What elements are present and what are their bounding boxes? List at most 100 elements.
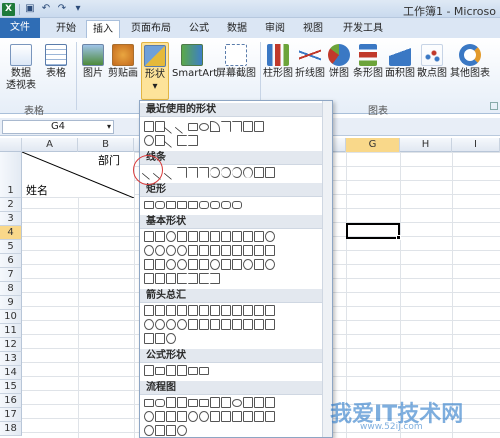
direct-access-storage-shape-icon[interactable] — [166, 425, 176, 436]
circular-arrow-shape-icon[interactable] — [166, 333, 176, 344]
round-rectangle-shape-icon[interactable] — [232, 201, 242, 209]
tab-home[interactable]: 开始 — [48, 20, 84, 38]
decision-shape-icon[interactable] — [166, 397, 176, 408]
left-arrow-callout-shape-icon[interactable] — [254, 319, 264, 330]
moon-shape-icon[interactable] — [254, 259, 264, 270]
terminator-shape-icon[interactable] — [232, 399, 242, 407]
or-shape-icon[interactable] — [199, 411, 209, 422]
other-charts-button[interactable]: 其他图表 — [448, 44, 492, 80]
row-header[interactable]: 1 — [0, 152, 22, 198]
row-header[interactable]: 11 — [0, 324, 22, 338]
trapezoid-shape-icon[interactable] — [210, 231, 220, 242]
quad-arrow-shape-icon[interactable] — [210, 305, 220, 316]
row-header[interactable]: 16 — [0, 394, 22, 408]
chord-shape-icon[interactable] — [177, 245, 187, 256]
sun-shape-icon[interactable] — [243, 259, 253, 270]
textbox-shape-icon[interactable] — [144, 121, 154, 132]
manual-input-shape-icon[interactable] — [254, 397, 264, 408]
double-brace-shape-icon[interactable] — [166, 273, 176, 284]
document-shape-icon[interactable] — [210, 397, 220, 408]
curved-up-arrow-shape-icon[interactable] — [166, 319, 176, 330]
manual-operation-shape-icon[interactable] — [265, 397, 275, 408]
right-arrow-shape-icon[interactable] — [243, 121, 253, 132]
row-header[interactable]: 15 — [0, 380, 22, 394]
plaque-shape-icon[interactable] — [254, 245, 264, 256]
left-right-up-arrow-shape-icon[interactable] — [221, 305, 231, 316]
extract-shape-icon[interactable] — [232, 411, 242, 422]
bar-chart-button[interactable]: 条形图 — [352, 44, 384, 80]
teardrop-shape-icon[interactable] — [188, 245, 198, 256]
magnetic-disk-shape-icon[interactable] — [155, 425, 165, 436]
right-arrow-shape-icon[interactable] — [144, 305, 154, 316]
pentagon-shape-icon[interactable] — [232, 231, 242, 242]
elbow-connector-shape-icon[interactable] — [188, 167, 198, 178]
line-chart-button[interactable]: 折线图 — [294, 44, 326, 80]
elbow-connector-shape-icon[interactable] — [221, 121, 231, 132]
multidocument-shape-icon[interactable] — [221, 397, 231, 408]
connector-shape-icon[interactable] — [144, 411, 154, 422]
card-shape-icon[interactable] — [166, 411, 176, 422]
preparation-shape-icon[interactable] — [243, 397, 253, 408]
tab-file[interactable]: 文件 — [0, 18, 40, 38]
half-frame-shape-icon[interactable] — [210, 245, 220, 256]
notched-right-arrow-shape-icon[interactable] — [199, 319, 209, 330]
lightning-bolt-shape-icon[interactable] — [232, 259, 242, 270]
striped-right-arrow-shape-icon[interactable] — [188, 319, 198, 330]
row-header[interactable]: 12 — [0, 338, 22, 352]
curved-connector-shape-icon[interactable] — [221, 167, 231, 178]
column-chart-button[interactable]: 柱形图 — [262, 44, 294, 80]
pivot-table-button[interactable]: 数据 透视表 — [4, 44, 38, 92]
shapes-button[interactable]: 形状 ▾ — [141, 42, 169, 100]
row-header[interactable]: 5 — [0, 240, 22, 254]
diagonal-stripe-shape-icon[interactable] — [232, 245, 242, 256]
fill-handle[interactable] — [396, 235, 401, 240]
alternate-process-shape-icon[interactable] — [155, 399, 165, 407]
pentagon-arrow-shape-icon[interactable] — [210, 319, 220, 330]
smiley-face-shape-icon[interactable] — [210, 259, 220, 270]
off-page-connector-shape-icon[interactable] — [155, 411, 165, 422]
pie-shape-icon[interactable] — [166, 245, 176, 256]
not-equal-shape-icon[interactable] — [199, 367, 209, 375]
round-rectangle-shape-icon[interactable] — [199, 201, 209, 209]
dropdown-scrollbar[interactable] — [322, 101, 332, 437]
right-bracket-shape-icon[interactable] — [188, 273, 198, 284]
sequential-access-storage-shape-icon[interactable] — [144, 425, 154, 436]
excel-icon[interactable]: X — [2, 2, 15, 16]
row-header[interactable]: 7 — [0, 268, 22, 282]
delay-shape-icon[interactable] — [265, 411, 275, 422]
folded-corner-shape-icon[interactable] — [199, 259, 209, 270]
donut-shape-icon[interactable] — [166, 259, 176, 270]
rectangle-shape-icon[interactable] — [188, 123, 198, 131]
right-brace-shape-icon[interactable] — [210, 273, 220, 284]
area-chart-button[interactable]: 面积图 — [384, 44, 416, 80]
textbox-shape-icon[interactable] — [144, 231, 154, 242]
tab-page-layout[interactable]: 页面布局 — [126, 20, 176, 38]
tab-view[interactable]: 视图 — [298, 20, 328, 38]
snip-rectangle-shape-icon[interactable] — [188, 201, 198, 209]
curved-down-arrow-shape-icon[interactable] — [177, 319, 187, 330]
rectangle-shape-icon[interactable] — [144, 201, 154, 209]
row-header[interactable]: 10 — [0, 310, 22, 324]
name-box[interactable]: G4 ▾ — [2, 120, 114, 134]
cloud-shape-icon[interactable] — [265, 259, 275, 270]
tab-data[interactable]: 数据 — [222, 20, 252, 38]
left-bracket-shape-icon[interactable] — [177, 273, 187, 284]
cross-shape-icon[interactable] — [243, 245, 253, 256]
cube-shape-icon[interactable] — [144, 259, 154, 270]
select-all-corner[interactable] — [0, 138, 22, 152]
brace-shape-icon[interactable] — [177, 135, 187, 146]
up-arrow-callout-shape-icon[interactable] — [265, 319, 275, 330]
merge-shape-icon[interactable] — [243, 411, 253, 422]
quad-arrow-callout-shape-icon[interactable] — [155, 333, 165, 344]
left-brace-shape-icon[interactable] — [199, 273, 209, 284]
redo-icon[interactable]: ↷ — [56, 3, 68, 15]
row-header[interactable]: 8 — [0, 282, 22, 296]
bent-up-arrow-shape-icon[interactable] — [265, 305, 275, 316]
column-header[interactable]: A — [22, 138, 78, 152]
bevel-shape-icon[interactable] — [155, 259, 165, 270]
undo-icon[interactable]: ↶ — [40, 3, 52, 15]
right-triangle-shape-icon[interactable] — [188, 231, 198, 242]
row-header[interactable]: 2 — [0, 198, 22, 212]
column-header[interactable]: I — [452, 138, 500, 152]
scatter-chart-button[interactable]: 散点图 — [416, 44, 448, 80]
